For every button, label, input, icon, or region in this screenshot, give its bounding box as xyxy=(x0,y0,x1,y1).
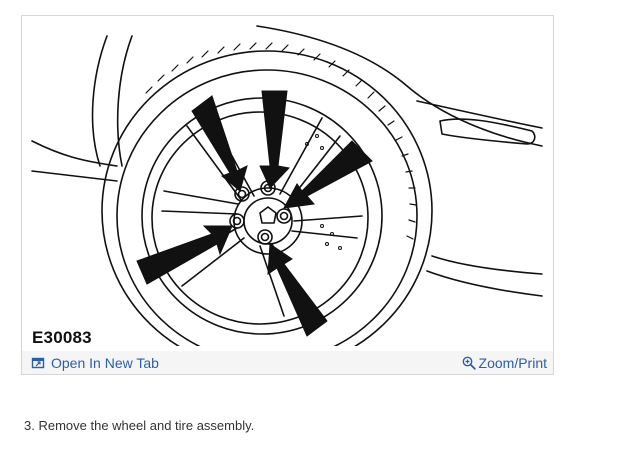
open-in-new-tab-icon xyxy=(31,356,45,370)
figure-id-label: E30083 xyxy=(32,328,92,347)
instruction-step: 3. Remove the wheel and tire assembly. xyxy=(24,418,255,433)
open-in-new-tab-link[interactable]: Open In New Tab xyxy=(31,354,159,372)
figure-card: E30083 Open In New Tab Zoom/Print xyxy=(21,15,554,375)
open-in-new-tab-label: Open In New Tab xyxy=(51,355,159,371)
wheel-illustration xyxy=(31,25,543,346)
figure-footer: Open In New Tab Zoom/Print xyxy=(22,351,553,374)
page: E30083 Open In New Tab Zoom/Print 3. Rem… xyxy=(0,0,624,449)
zoom-print-link[interactable]: Zoom/Print xyxy=(462,354,547,372)
zoom-print-label: Zoom/Print xyxy=(478,355,547,371)
magnifier-zoom-icon xyxy=(462,356,476,370)
